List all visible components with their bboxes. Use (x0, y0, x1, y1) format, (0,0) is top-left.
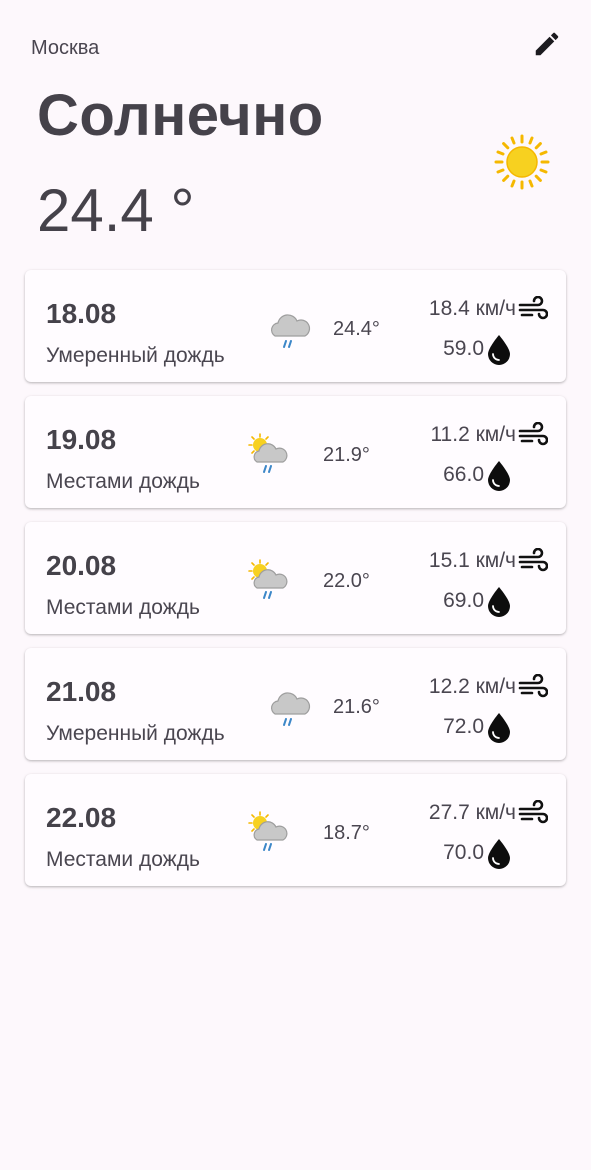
edit-city-button[interactable] (529, 26, 565, 62)
forecast-card[interactable]: 19.08 Местами дождь 21.9° 11.2 км/ч 66.0 (25, 396, 566, 508)
sun-icon (494, 134, 550, 190)
wind-icon (518, 674, 548, 698)
sun-cloud-rain-icon (248, 811, 288, 851)
forecast-date: 20.08 (46, 550, 117, 581)
forecast-list: 18.08 Умеренный дождь 24.4° 18.4 км/ч 59… (25, 270, 566, 900)
water-drop-icon (488, 713, 510, 743)
water-drop-icon (488, 461, 510, 491)
pencil-icon (535, 32, 559, 56)
forecast-temperature: 24.4° (333, 318, 380, 340)
wind-icon (518, 296, 548, 320)
wind-speed: 12.2 км/ч (428, 675, 516, 698)
wind-icon (518, 422, 548, 446)
humidity-value: 59.0 (443, 337, 484, 360)
forecast-card[interactable]: 21.08 Умеренный дождь 21.6° 12.2 км/ч 72… (25, 648, 566, 760)
forecast-card[interactable]: 20.08 Местами дождь 22.0° 15.1 км/ч 69.0 (25, 522, 566, 634)
wind-speed: 27.7 км/ч (428, 801, 516, 824)
forecast-date: 21.08 (46, 676, 117, 707)
water-drop-icon (488, 587, 510, 617)
forecast-date: 22.08 (46, 802, 117, 833)
rain-cloud-icon (270, 692, 311, 726)
wind-icon (518, 800, 548, 824)
top-bar: Москва (31, 32, 571, 66)
forecast-temperature: 21.6° (333, 696, 380, 718)
forecast-description: Местами дождь (46, 848, 200, 871)
sun-cloud-rain-icon (248, 559, 288, 599)
wind-icon (518, 548, 548, 572)
humidity-value: 72.0 (443, 715, 484, 738)
forecast-description: Умеренный дождь (46, 722, 225, 745)
forecast-date: 18.08 (46, 298, 117, 329)
sun-cloud-rain-icon (248, 433, 288, 473)
forecast-description: Местами дождь (46, 596, 200, 619)
current-temperature: 24.4 ° (37, 177, 195, 244)
forecast-temperature: 22.0° (323, 570, 370, 592)
forecast-date: 19.08 (46, 424, 117, 455)
forecast-card[interactable]: 18.08 Умеренный дождь 24.4° 18.4 км/ч 59… (25, 270, 566, 382)
forecast-description: Местами дождь (46, 470, 200, 493)
humidity-value: 70.0 (443, 841, 484, 864)
current-condition: Солнечно (37, 83, 324, 148)
rain-cloud-icon (270, 314, 311, 348)
forecast-temperature: 18.7° (323, 822, 370, 844)
city-name: Москва (31, 37, 100, 59)
water-drop-icon (488, 335, 510, 365)
humidity-value: 69.0 (443, 589, 484, 612)
forecast-description: Умеренный дождь (46, 344, 225, 367)
wind-speed: 11.2 км/ч (430, 423, 516, 446)
humidity-value: 66.0 (443, 463, 484, 486)
forecast-temperature: 21.9° (323, 444, 370, 466)
forecast-card[interactable]: 22.08 Местами дождь 18.7° 27.7 км/ч 70.0 (25, 774, 566, 886)
wind-speed: 15.1 км/ч (428, 549, 516, 572)
wind-speed: 18.4 км/ч (428, 297, 516, 320)
water-drop-icon (488, 839, 510, 869)
